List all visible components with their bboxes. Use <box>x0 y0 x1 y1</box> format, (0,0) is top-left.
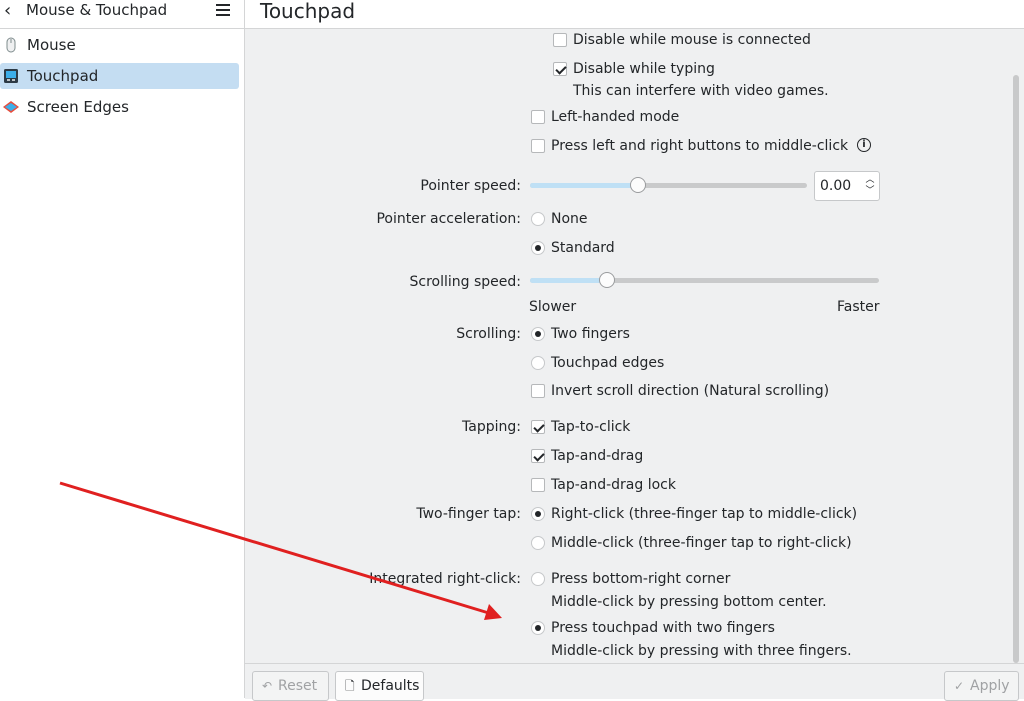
tap-and-drag-checkbox[interactable] <box>531 449 545 463</box>
two-finger-tap-label: Two-finger tap: <box>416 506 521 522</box>
two-fingers-press-label: Press touchpad with two fingers <box>551 620 775 636</box>
page-header: Touchpad <box>245 0 1024 29</box>
reset-icon: ↶ <box>262 679 273 693</box>
two-finger-middle-click-radio[interactable] <box>531 536 545 550</box>
tap-and-drag-lock-label: Tap-and-drag lock <box>551 477 676 493</box>
scrolling-speed-min-label: Slower <box>529 299 577 315</box>
back-arrow-icon[interactable]: ‹ <box>4 0 11 22</box>
vertical-scrollbar[interactable] <box>1009 29 1024 663</box>
scrolling-speed-slider-fill <box>530 278 607 283</box>
acceleration-standard-radio[interactable] <box>531 241 545 255</box>
scrolling-edges-label: Touchpad edges <box>551 355 665 371</box>
bottom-right-corner-radio[interactable] <box>531 572 545 586</box>
two-finger-right-click-label: Right-click (three-finger tap to middle-… <box>551 506 858 522</box>
middle-click-emulation-checkbox[interactable] <box>531 139 545 153</box>
invert-scroll-checkbox[interactable] <box>531 384 545 398</box>
invert-scroll-label: Invert scroll direction (Natural scrolli… <box>551 383 830 399</box>
defaults-button[interactable]: 🗋 Defaults <box>335 671 424 701</box>
disable-while-typing-note: This can interfere with video games. <box>573 83 829 99</box>
spin-up-icon[interactable]: ︿ <box>864 175 876 185</box>
disable-while-mouse-label: Disable while mouse is connected <box>573 32 811 48</box>
acceleration-none-radio[interactable] <box>531 212 545 226</box>
scrolling-speed-slider-handle[interactable] <box>598 272 615 288</box>
info-icon[interactable]: i <box>857 138 871 152</box>
sidebar-title: Mouse & Touchpad <box>26 1 168 19</box>
settings-content: Disable while mouse is connected Disable… <box>245 29 1009 663</box>
disable-while-typing-label: Disable while typing <box>573 61 715 77</box>
main-panel: Touchpad Disable while mouse is connecte… <box>245 0 1024 701</box>
disable-while-typing-checkbox[interactable] <box>553 62 567 76</box>
sidebar-item-label: Mouse <box>27 36 76 54</box>
scrolling-two-fingers-radio[interactable] <box>531 327 545 341</box>
two-fingers-press-radio[interactable] <box>531 621 545 635</box>
tapping-label: Tapping: <box>462 419 521 435</box>
pointer-speed-spinbox[interactable]: 0.00 ︿ ﹀ <box>814 171 880 201</box>
sidebar: ‹ Mouse & Touchpad Mouse Touchpad Screen… <box>0 0 244 698</box>
pointer-speed-label: Pointer speed: <box>420 178 521 194</box>
two-fingers-press-note: Middle-click by pressing with three fing… <box>551 643 852 659</box>
sidebar-item-label: Screen Edges <box>27 98 129 116</box>
scrolling-speed-max-label: Faster <box>837 299 880 315</box>
sidebar-item-label: Touchpad <box>27 67 99 85</box>
footer-bar: ↶ Reset 🗋 Defaults ✓ Apply <box>245 663 1024 701</box>
tap-to-click-label: Tap-to-click <box>551 419 631 435</box>
pointer-speed-value: 0.00 <box>820 178 852 194</box>
left-handed-label: Left-handed mode <box>551 109 680 125</box>
tap-and-drag-lock-checkbox[interactable] <box>531 478 545 492</box>
bottom-right-corner-note: Middle-click by pressing bottom center. <box>551 594 827 610</box>
touchpad-icon <box>4 69 18 83</box>
bottom-right-corner-label: Press bottom-right corner <box>551 571 731 587</box>
scrolling-label: Scrolling: <box>456 326 521 342</box>
apply-check-icon: ✓ <box>954 679 965 693</box>
hamburger-menu-icon[interactable] <box>213 1 233 19</box>
tap-to-click-checkbox[interactable] <box>531 420 545 434</box>
page-title: Touchpad <box>260 0 356 23</box>
reset-button[interactable]: ↶ Reset <box>252 671 329 701</box>
scrolling-edges-radio[interactable] <box>531 356 545 370</box>
disable-while-mouse-checkbox[interactable] <box>553 33 567 47</box>
sidebar-item-touchpad[interactable]: Touchpad <box>0 63 239 89</box>
scrolling-two-fingers-label: Two fingers <box>551 326 630 342</box>
apply-button[interactable]: ✓ Apply <box>944 671 1019 701</box>
pointer-speed-slider-fill <box>530 183 639 188</box>
sidebar-item-screen-edges[interactable]: Screen Edges <box>0 94 239 120</box>
apply-button-label: Apply <box>970 678 1010 694</box>
defaults-button-label: Defaults <box>361 678 420 694</box>
tap-and-drag-label: Tap-and-drag <box>551 448 644 464</box>
mouse-icon <box>6 37 16 53</box>
two-finger-right-click-radio[interactable] <box>531 507 545 521</box>
left-handed-checkbox[interactable] <box>531 110 545 124</box>
acceleration-none-label: None <box>551 211 588 227</box>
acceleration-standard-label: Standard <box>551 240 615 256</box>
two-finger-middle-click-label: Middle-click (three-finger tap to right-… <box>551 535 852 551</box>
middle-click-emulation-label: Press left and right buttons to middle-c… <box>551 138 849 154</box>
scrolling-speed-label: Scrolling speed: <box>409 274 522 290</box>
scrollbar-thumb[interactable] <box>1013 75 1019 663</box>
sidebar-header: ‹ Mouse & Touchpad <box>0 0 244 29</box>
reset-button-label: Reset <box>278 678 318 694</box>
sidebar-item-mouse[interactable]: Mouse <box>0 32 239 58</box>
screen-edges-icon <box>3 101 19 113</box>
defaults-icon: 🗋 <box>345 679 355 693</box>
pointer-acceleration-label: Pointer acceleration: <box>376 211 521 227</box>
integrated-right-click-label: Integrated right-click: <box>369 571 521 587</box>
pointer-speed-slider-handle[interactable] <box>630 177 647 193</box>
spin-down-icon[interactable]: ﹀ <box>864 186 876 196</box>
